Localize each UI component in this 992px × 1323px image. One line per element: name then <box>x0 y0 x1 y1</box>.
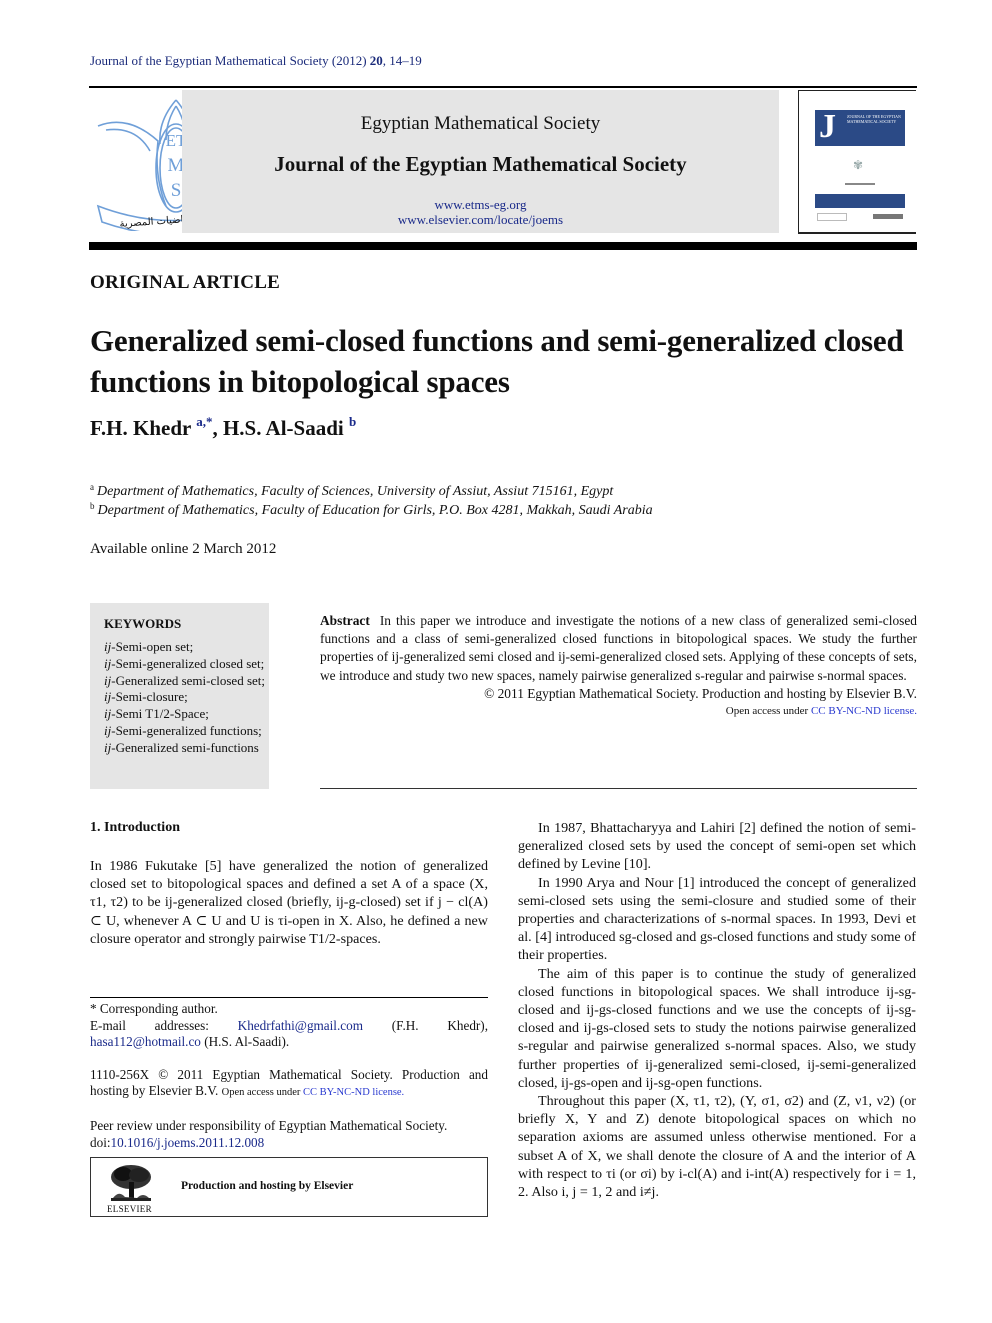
cover-divider <box>845 183 875 185</box>
abstract-body: Abstract In this paper we introduce and i… <box>320 612 917 685</box>
affiliation-b: b Department of Mathematics, Faculty of E… <box>90 501 653 519</box>
elsevier-hosting-box: ELSEVIER Production and hosting by Elsev… <box>90 1157 488 1217</box>
elsevier-tree-icon <box>111 1165 151 1201</box>
abstract-open-access: Open access under CC BY-NC-ND license. <box>725 705 917 718</box>
keyword-item: ij-Semi-generalized closed set; <box>104 655 265 671</box>
cover-crest-icon: ✾ <box>853 158 864 172</box>
abstract-text: In this paper we introduce and investiga… <box>320 613 917 683</box>
abstract-divider <box>320 788 917 789</box>
header-bottom-rule <box>89 242 917 250</box>
keywords-list: ij-Semi-open set; ij-Semi-generalized cl… <box>104 639 274 757</box>
abstract-block: Abstract In this paper we introduce and i… <box>320 612 917 719</box>
journal-cover-thumbnail[interactable]: J JOURNAL OF THE EGYPTIAN MATHEMATICAL S… <box>815 108 905 230</box>
intro-paragraph: In 1987, Bhattacharyya and Lahiri [2] de… <box>518 820 916 873</box>
author-affiliation-marker[interactable]: a,* <box>196 414 212 429</box>
running-head-pages: , 14–19 <box>382 53 422 68</box>
intro-paragraph: The aim of this paper is to continue the… <box>518 965 916 1091</box>
author-name: F.H. Khedr <box>90 416 191 440</box>
elsevier-wordmark: ELSEVIER <box>107 1204 152 1214</box>
intro-paragraph: In 1990 Arya and Nour [1] introduced the… <box>518 874 916 964</box>
corresponding-author-note: * Corresponding author. <box>90 1001 218 1016</box>
keyword-item: ij-Semi T1/2-Space; <box>104 706 209 722</box>
author-separator: , <box>212 416 223 440</box>
elsevier-caption: Production and hosting by Elsevier <box>181 1180 354 1192</box>
running-head[interactable]: Journal of the Egyptian Mathematical Soc… <box>90 53 422 69</box>
abstract-label: Abstract <box>320 613 370 628</box>
article-type: ORIGINAL ARTICLE <box>90 272 280 293</box>
cover-footer-text <box>873 214 903 219</box>
cover-letter: J <box>819 108 836 145</box>
keyword-item: ij-Semi-closure; <box>104 689 188 705</box>
intro-paragraph: In 1986 Fukutake [5] have generalized th… <box>90 858 488 947</box>
affiliation-marker: a <box>90 482 94 492</box>
keywords-panel: KEYWORDS ij-Semi-open set; ij-Semi-gener… <box>90 603 269 789</box>
svg-text:S: S <box>171 180 182 201</box>
issn-copyright: 1110-256X © 2011 Egyptian Mathematical S… <box>90 1066 488 1099</box>
peer-review-note: Peer review under responsibility of Egyp… <box>90 1117 448 1133</box>
keyword-item: ij-Generalized semi-closed set; <box>104 672 265 688</box>
society-name: Egyptian Mathematical Society <box>360 113 601 134</box>
affiliation-a: a Department of Mathematics, Faculty of S… <box>90 482 613 500</box>
keyword-item: ij-Generalized semi-functions <box>104 739 259 755</box>
elsevier-url-link[interactable]: www.elsevier.com/locate/joems <box>182 212 779 228</box>
society-url-link[interactable]: www.etms-eg.org <box>182 197 779 213</box>
affiliation-text: Department of Mathematics, Faculty of Ed… <box>97 503 653 518</box>
left-column: In 1986 Fukutake [5] have generalized th… <box>90 857 488 948</box>
email-addresses: E-mail addresses: Khedrfathi@gmail.com (… <box>90 1017 488 1050</box>
footnotes: * Corresponding author. E-mail addresses… <box>90 1001 488 1151</box>
author-name: H.S. Al-Saadi <box>222 416 344 440</box>
cover-footer-logo <box>817 213 847 221</box>
license-link[interactable]: CC BY-NC-ND license. <box>811 705 917 717</box>
affiliation-marker: b <box>90 501 95 511</box>
abstract-copyright: © 2011 Egyptian Mathematical Society. Pr… <box>484 685 917 701</box>
right-column: In 1987, Bhattacharyya and Lahiri [2] de… <box>518 819 916 1201</box>
affiliation-text: Department of Mathematics, Faculty of Sc… <box>97 484 614 499</box>
keyword-item: ij-Semi-generalized functions; <box>104 722 262 738</box>
running-head-journal: Journal of the Egyptian Mathematical Soc… <box>90 53 367 68</box>
cover-top-band: J JOURNAL OF THE EGYPTIAN MATHEMATICAL S… <box>815 108 905 146</box>
author-list: F.H. Khedr a,*, H.S. Al-Saadi b <box>90 414 356 441</box>
cover-title: JOURNAL OF THE EGYPTIAN MATHEMATICAL SOC… <box>847 114 901 124</box>
email-link[interactable]: Khedrfathi@gmail.com <box>238 1018 363 1033</box>
footnote-divider <box>90 997 488 998</box>
keyword-item: ij-Semi-open set; <box>104 639 194 654</box>
available-online-date: Available online 2 March 2012 <box>90 541 277 557</box>
masthead-panel: Egyptian Mathematical Society Journal of… <box>182 90 779 233</box>
cover-bottom-band <box>815 194 905 208</box>
author-affiliation-marker[interactable]: b <box>349 414 356 429</box>
journal-name: Journal of the Egyptian Mathematical Soc… <box>274 152 687 176</box>
article-title: Generalized semi-closed functions and se… <box>90 323 904 399</box>
license-link[interactable]: CC BY-NC-ND license. <box>303 1087 404 1098</box>
header-top-rule <box>89 86 917 88</box>
keywords-heading: KEYWORDS <box>104 616 182 631</box>
doi-line: doi:10.1016/j.joems.2011.12.008 <box>90 1134 265 1150</box>
email-link[interactable]: hasa112@hotmail.co <box>90 1034 201 1049</box>
section-heading: 1. Introduction <box>90 820 180 835</box>
running-head-volume: 20 <box>369 53 383 68</box>
intro-paragraph: Throughout this paper (X, τ1, τ2), (Y, σ… <box>518 1093 916 1201</box>
doi-link[interactable]: 10.1016/j.joems.2011.12.008 <box>111 1135 265 1150</box>
